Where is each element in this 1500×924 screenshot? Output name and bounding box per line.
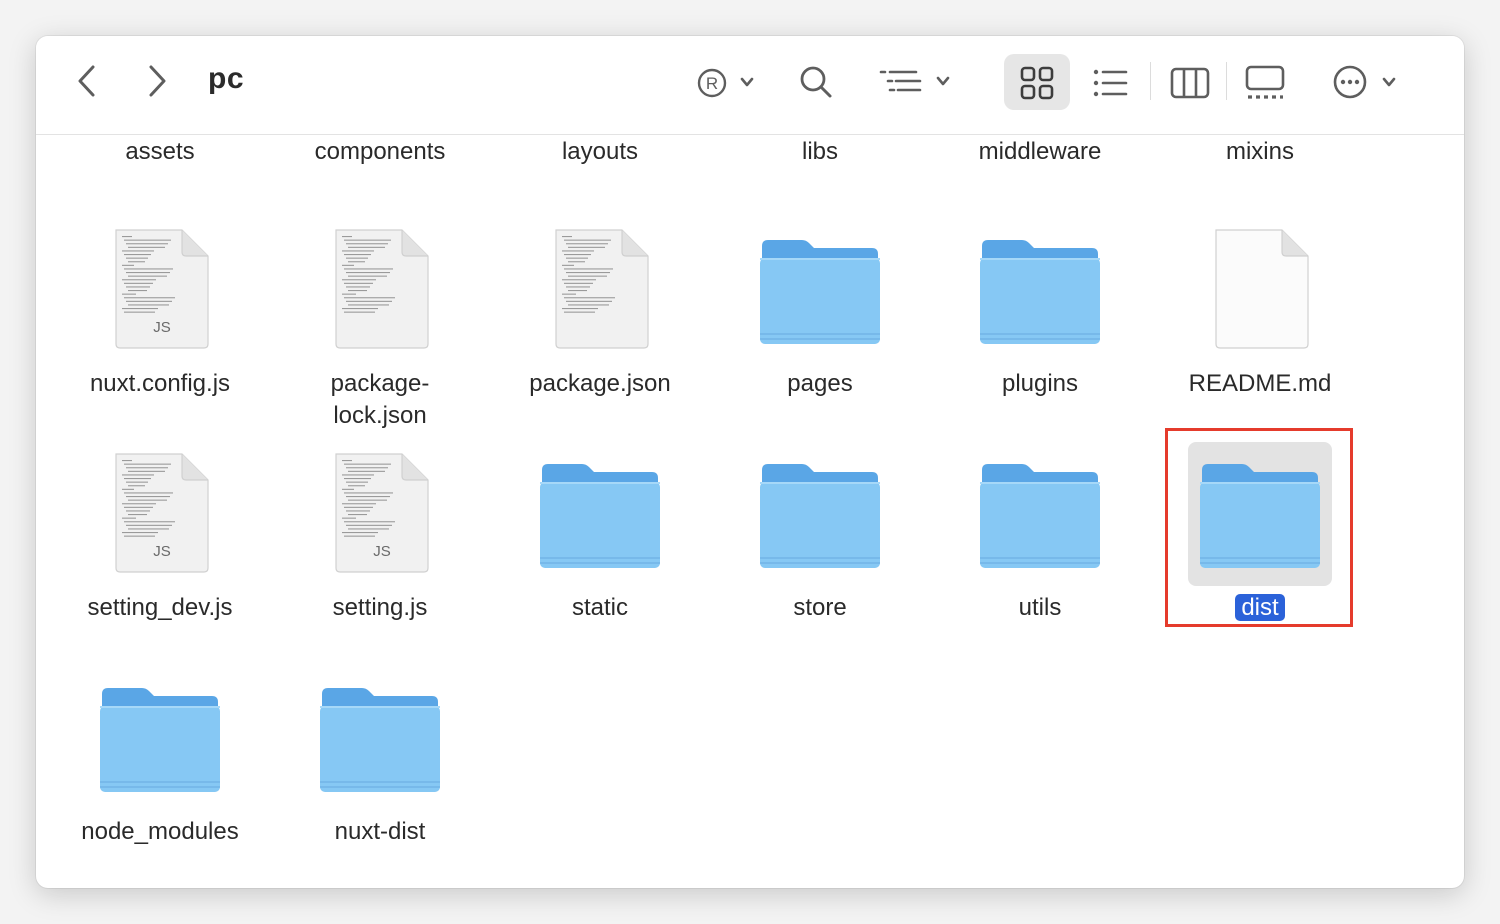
item-label: plugins [1001,370,1079,397]
text-file-icon [335,229,429,349]
back-button[interactable] [74,64,100,98]
item-label: README.md [1188,370,1332,397]
folder-icon [320,688,440,792]
window-title: pc [208,62,245,95]
item-label: pages [787,370,853,397]
item-label: setting_dev.js [87,594,233,621]
item-label: nuxt-dist [334,818,426,845]
item-icon [968,442,1112,586]
item-icon: JS [308,442,452,586]
item-label: libs [801,138,838,165]
item-label: setting.js [332,594,428,621]
item-label: mixins [1225,138,1294,165]
item-icon [748,218,892,362]
folder-item[interactable]: plugins [930,218,1150,438]
toolbar-separator [1150,62,1151,100]
folder-item[interactable]: components [270,136,490,176]
js-file-icon: JS [115,453,209,573]
folder-item[interactable]: mixins [1150,136,1370,176]
forward-button[interactable] [144,64,170,98]
item-icon [1188,218,1332,362]
file-item[interactable]: README.md [1150,218,1370,438]
more-actions-button[interactable] [1332,64,1404,100]
folder-item[interactable]: libs [710,136,930,176]
folder-item[interactable]: nuxt-dist [270,666,490,886]
item-icon [308,218,452,362]
item-label: package.json [529,370,671,397]
folder-item[interactable]: middleware [930,136,1150,176]
ellipsis-circle-icon [1333,65,1396,99]
gallery-view-button[interactable] [1244,64,1286,102]
folder-item[interactable]: assets [50,136,270,176]
list-view-button[interactable] [1092,66,1128,100]
file-item[interactable]: package-lock.json [270,218,490,438]
gallery-icon [1245,65,1285,99]
item-label: node_modules [81,818,239,845]
js-badge: JS [153,543,171,560]
js-file-icon: JS [115,229,209,349]
item-icon [748,442,892,586]
item-label: assets [125,138,195,165]
file-item[interactable]: JS setting_dev.js [50,442,270,662]
item-label: components [314,138,446,165]
group-by-button[interactable] [878,66,956,100]
item-label: package-lock.json [330,370,430,429]
registered-circle-icon: R [697,68,754,98]
chevron-right-icon [149,65,166,97]
annotation-highlight [1165,428,1353,627]
folder-icon [760,240,880,344]
icon-view-button[interactable] [1020,66,1054,100]
file-item[interactable]: JS nuxt.config.js [50,218,270,438]
folder-icon [980,464,1100,568]
file-item[interactable]: package.json [490,218,710,438]
list-icon [1093,69,1128,97]
folder-item[interactable]: node_modules [50,666,270,886]
grid-icon [1020,66,1054,100]
item-icon [88,666,232,810]
columns-icon [1170,67,1210,99]
item-label: layouts [561,138,639,165]
item-label: nuxt.config.js [89,370,231,397]
file-item[interactable]: JS setting.js [270,442,490,662]
item-icon: JS [88,218,232,362]
folder-item[interactable]: static [490,442,710,662]
folder-icon [100,688,220,792]
folder-item[interactable]: store [710,442,930,662]
folder-item[interactable]: pages [710,218,930,438]
document-icon [1215,229,1309,349]
toolbar: pc R [36,36,1464,135]
svg-text:R: R [706,74,718,93]
folder-item[interactable]: utils [930,442,1150,662]
toolbar-separator [1226,62,1227,100]
item-icon [528,218,672,362]
group-list-icon [879,70,950,92]
tags-button[interactable]: R [696,66,760,100]
search-button[interactable] [798,64,834,100]
js-file-icon: JS [335,453,429,573]
js-badge: JS [373,543,391,560]
js-badge: JS [153,319,171,336]
item-icon [968,218,1112,362]
item-label: store [793,594,847,621]
folder-icon [540,464,660,568]
column-view-button[interactable] [1170,66,1210,100]
item-icon [308,666,452,810]
folder-icon [980,240,1100,344]
search-icon [800,66,832,98]
folder-icon [760,464,880,568]
item-icon [528,442,672,586]
item-icon: JS [88,442,232,586]
text-file-icon [555,229,649,349]
folder-item[interactable]: layouts [490,136,710,176]
item-label: utils [1018,594,1062,621]
item-label: middleware [978,138,1102,165]
chevron-left-icon [78,65,95,97]
item-label: static [571,594,628,621]
